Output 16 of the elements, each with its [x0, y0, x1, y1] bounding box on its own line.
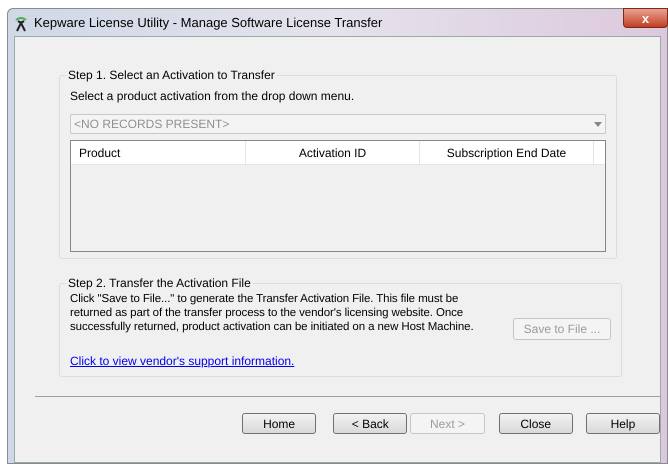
- dropdown-arrow-icon: [594, 122, 602, 126]
- window-title: Kepware License Utility - Manage Software License Transfer: [34, 14, 382, 32]
- description-text: Click "Save to File..." to generate the Transfer Activation File. This file must be returned as part of the transfer process to the vendor's licensing website. Once successfully returned, product activation can be initiated on a new Host Machine.: [70, 292, 475, 334]
- group-title: Step 2. Transfer the Activation File: [67, 275, 252, 292]
- title-bar-x-button[interactable]: x: [623, 8, 668, 28]
- dialog-button[interactable]: Close: [498, 413, 573, 434]
- dialog-button[interactable]: < Back: [333, 413, 408, 434]
- column-header[interactable]: Product: [71, 141, 246, 164]
- column-header[interactable]: Activation ID: [246, 141, 420, 164]
- dialog-button[interactable]: Help: [586, 413, 660, 434]
- column-header[interactable]: Subscription End Date: [420, 141, 594, 164]
- dialog-button[interactable]: Home: [242, 413, 316, 434]
- app-logo-icon: [13, 16, 29, 32]
- support-link[interactable]: Click to view vendor's support information.: [70, 352, 294, 370]
- group-title: Step 1. Select an Activation to Transfer: [67, 67, 276, 84]
- instruction-text: Select a product activation from the drop down menu.: [70, 88, 356, 105]
